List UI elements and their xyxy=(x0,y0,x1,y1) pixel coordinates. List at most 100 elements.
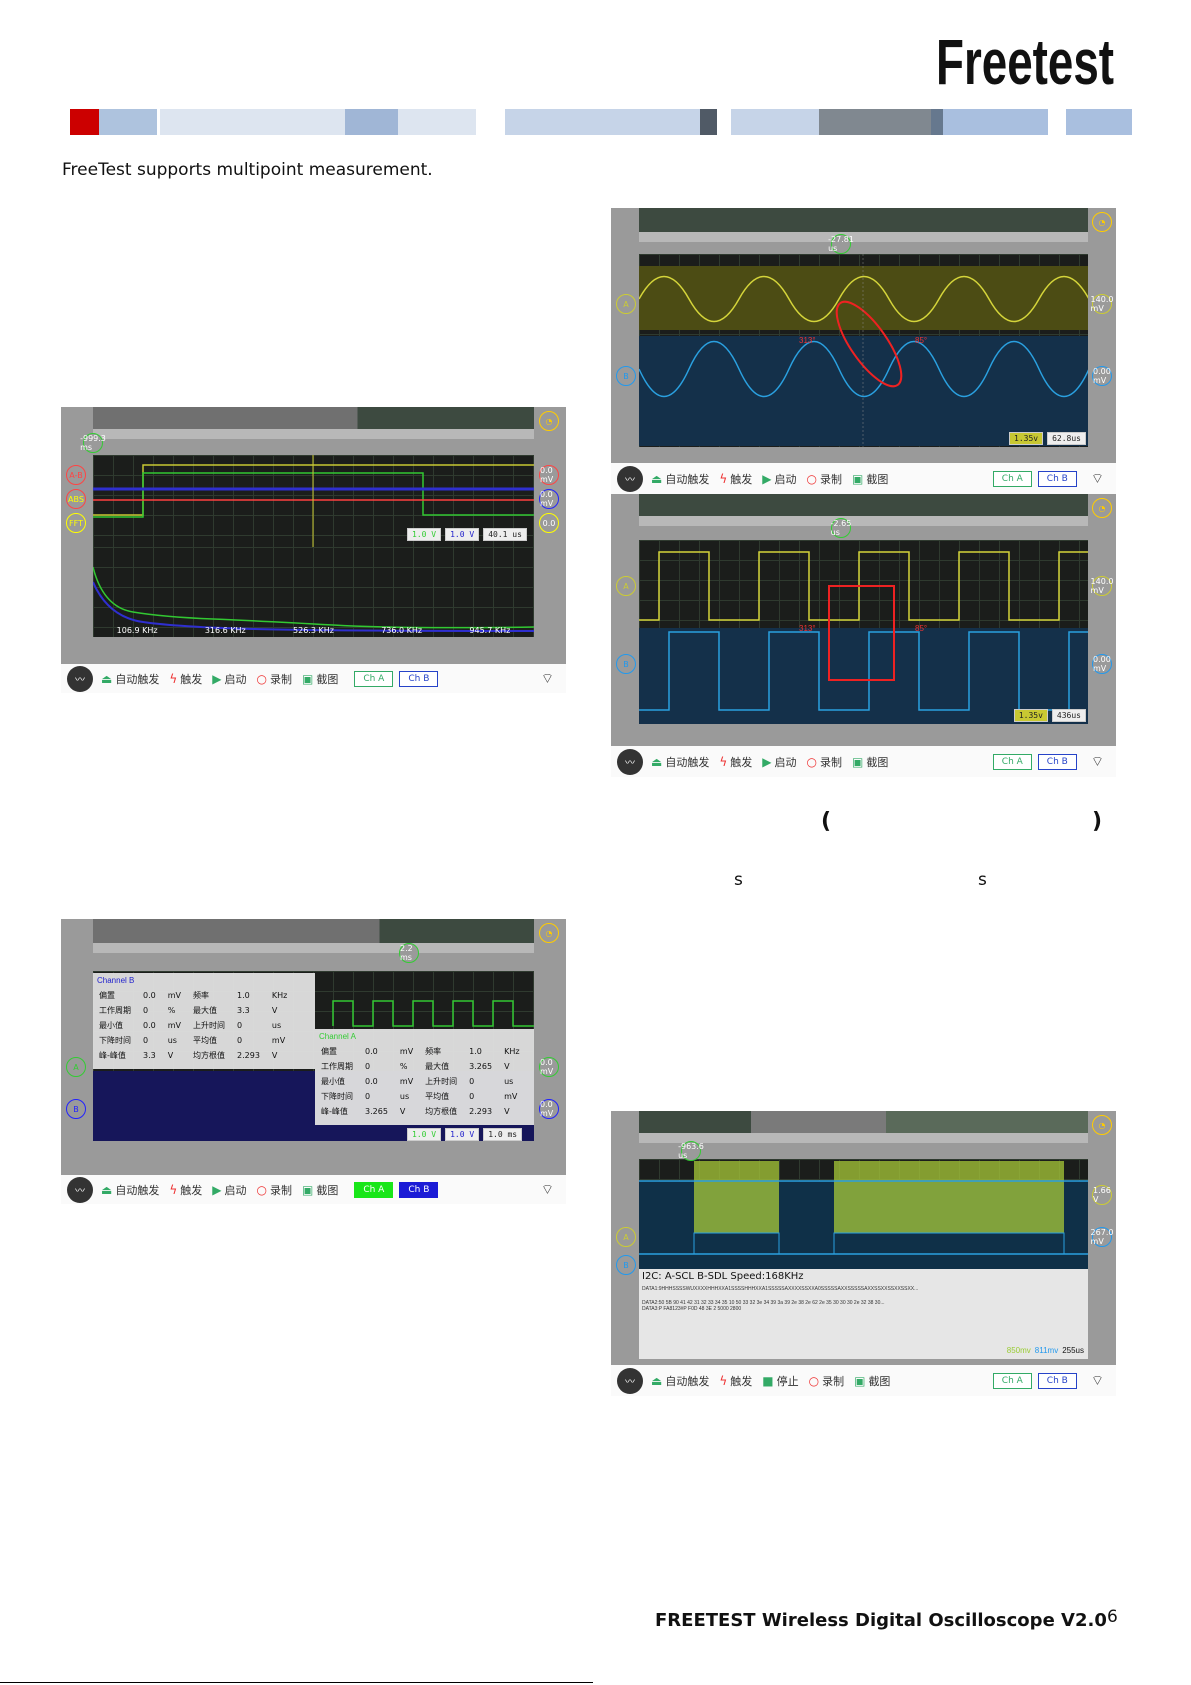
channel-b-button[interactable]: Ch B xyxy=(1037,1372,1077,1389)
toolbar: 〰 ⏏ 自动触发 ϟ 触发 ▶ 启动 ○ 录制 ▣ 截图 Ch A Ch B ⌔ xyxy=(61,664,566,693)
measure-cell: V xyxy=(504,1107,510,1116)
measure-cell: mV xyxy=(167,991,181,1000)
auto-trigger-button[interactable]: ⏏ 自动触发 xyxy=(101,1182,159,1198)
eject-icon: ⏏ xyxy=(101,1182,113,1197)
fft-tick: 526.3 KHz xyxy=(293,626,334,635)
measure-cell: V xyxy=(399,1107,406,1116)
stop-button[interactable]: ■ 停止 xyxy=(762,1373,798,1389)
screenshot-button[interactable]: ▣ 截图 xyxy=(852,754,888,770)
channel-a-button[interactable]: Ch A xyxy=(992,753,1032,770)
record-icon: ○ xyxy=(806,471,817,486)
paren-close: ) xyxy=(1092,809,1103,834)
screenshot-button[interactable]: ▣ 截图 xyxy=(852,471,888,487)
screenshot-measure: Channel B 偏置 0.0 mV 频率 1.0 KHz 工作周期 0% 最大值 3.3 V 最小… xyxy=(61,919,566,1204)
trigger-level-badge: -2.65 us xyxy=(830,518,852,538)
play-icon: ▶ xyxy=(212,1182,222,1197)
start-button[interactable]: ▶ 启动 xyxy=(762,471,796,487)
channel-a-button[interactable]: Ch A xyxy=(354,670,394,687)
scale-readout: 850mv xyxy=(1006,1346,1031,1355)
offset-label: 140.0 mV xyxy=(1090,576,1114,596)
lightning-icon: ϟ xyxy=(719,1373,728,1388)
offset-label: 0.00 mV xyxy=(1092,366,1112,386)
app-logo-icon[interactable]: 〰 xyxy=(617,465,643,492)
settings-knob-icon[interactable]: ◔ xyxy=(539,411,559,431)
measure-cell: KHz xyxy=(271,991,288,1000)
fft-tick: 316.6 KHz xyxy=(204,626,246,635)
measure-cell: 0 xyxy=(469,1092,475,1101)
trigger-button[interactable]: ϟ 触发 xyxy=(719,471,752,487)
eject-icon: ⏏ xyxy=(651,754,663,769)
record-button[interactable]: ○ 录制 xyxy=(809,1373,844,1389)
channel-a-label[interactable]: A xyxy=(66,1057,86,1077)
record-button[interactable]: ○ 录制 xyxy=(807,754,842,770)
channel-a-button[interactable]: Ch A xyxy=(992,470,1032,487)
measure-cell: 2.293 xyxy=(469,1107,493,1116)
channel-b-button[interactable]: Ch B xyxy=(399,670,439,687)
settings-knob-icon[interactable]: ◔ xyxy=(1092,1115,1112,1135)
channel-b-button[interactable]: Ch B xyxy=(1037,470,1077,487)
record-button[interactable]: ○ 录制 xyxy=(807,471,842,487)
measure-cell: 频率 xyxy=(425,1047,442,1056)
eject-icon: ⏏ xyxy=(101,671,113,686)
trigger-button[interactable]: ϟ 触发 xyxy=(719,1373,752,1389)
math-label[interactable]: A-B xyxy=(66,465,86,485)
channel-a-label[interactable]: A xyxy=(616,294,636,314)
app-logo-icon[interactable]: 〰 xyxy=(617,748,643,775)
play-icon: ▶ xyxy=(762,471,772,486)
channel-b-label[interactable]: B xyxy=(616,366,636,386)
screenshot-button[interactable]: ▣ 截图 xyxy=(854,1373,890,1389)
start-button[interactable]: ▶ 启动 xyxy=(212,671,246,687)
measure-row: 偏置 0.0 mV 频率 1.0 KHz xyxy=(93,988,293,1003)
settings-knob-icon[interactable]: ◔ xyxy=(539,923,559,943)
toolbar: 〰 ⏏ 自动触发 ϟ 触发 ▶ 启动 ○ 录制 ▣ 截图 Ch A Ch B ⌔ xyxy=(611,463,1116,494)
measure-cell: 上升时间 xyxy=(193,1021,225,1030)
measure-row: 峰-峰值 3.265 V 均方根值 2.293 V xyxy=(315,1104,526,1119)
paren-open: ( xyxy=(821,809,832,834)
math-label[interactable]: ABS xyxy=(66,489,86,509)
screenshot-button[interactable]: ▣ 截图 xyxy=(302,671,338,687)
measure-cell: mV xyxy=(167,1021,181,1030)
auto-trigger-button[interactable]: ⏏ 自动触发 xyxy=(101,671,159,687)
auto-trigger-button[interactable]: ⏏ 自动触发 xyxy=(651,471,709,487)
app-logo-icon[interactable]: 〰 xyxy=(67,665,93,692)
app-logo-icon[interactable]: 〰 xyxy=(67,1176,93,1203)
measure-cell: 3.265 xyxy=(365,1107,388,1116)
channel-a-table-title: Channel A xyxy=(319,1032,356,1041)
decode-title: I2C: A-SCL B-SDL Speed:168KHz xyxy=(642,1271,804,1282)
settings-knob-icon[interactable]: ◔ xyxy=(1092,498,1112,518)
play-icon: ▶ xyxy=(212,671,222,686)
channel-b-label[interactable]: B xyxy=(66,1099,86,1119)
channel-b-label[interactable]: B xyxy=(616,654,636,674)
app-logo-icon[interactable]: 〰 xyxy=(617,1367,643,1394)
measure-cell: 最大值 xyxy=(193,1006,217,1015)
record-button[interactable]: ○ 录制 xyxy=(257,671,292,687)
record-button[interactable]: ○ 录制 xyxy=(257,1182,292,1198)
settings-knob-icon[interactable]: ◔ xyxy=(1092,212,1112,232)
channel-b-button[interactable]: Ch B xyxy=(399,1181,439,1198)
camera-icon: ▣ xyxy=(301,1182,314,1197)
trigger-button[interactable]: ϟ 触发 xyxy=(719,754,752,770)
start-button[interactable]: ▶ 启动 xyxy=(212,1182,246,1198)
channel-b-button[interactable]: Ch B xyxy=(1037,753,1077,770)
wifi-icon: ⌔ xyxy=(1090,470,1104,487)
auto-trigger-button[interactable]: ⏏ 自动触发 xyxy=(651,1373,709,1389)
channel-a-button[interactable]: Ch A xyxy=(354,1181,394,1198)
channel-a-label[interactable]: A xyxy=(616,576,636,596)
trigger-button[interactable]: ϟ 触发 xyxy=(169,1182,202,1198)
measure-cell: mV xyxy=(399,1047,414,1056)
scale-readout: 1.0 V xyxy=(407,528,442,541)
channel-a-button[interactable]: Ch A xyxy=(992,1372,1032,1389)
channel-a-label[interactable]: A xyxy=(616,1227,636,1247)
start-button[interactable]: ▶ 启动 xyxy=(762,754,796,770)
measure-cell: 3.265 xyxy=(469,1062,493,1071)
math-label[interactable]: FFT xyxy=(66,513,86,533)
trigger-button[interactable]: ϟ 触发 xyxy=(169,671,202,687)
stop-icon: ■ xyxy=(762,1373,774,1388)
intro-text: FreeTest supports multipoint measurement… xyxy=(62,160,433,180)
auto-trigger-button[interactable]: ⏏ 自动触发 xyxy=(651,754,709,770)
channel-b-label[interactable]: B xyxy=(616,1255,636,1275)
screenshot-button[interactable]: ▣ 截图 xyxy=(302,1182,338,1198)
measure-row: 最小值 0.0 mV 上升时间 0 us xyxy=(315,1074,526,1089)
measure-row: 下降时间 0 us 平均值 0 mV xyxy=(315,1089,526,1104)
fft-tick: 106.9 KHz xyxy=(116,626,158,635)
